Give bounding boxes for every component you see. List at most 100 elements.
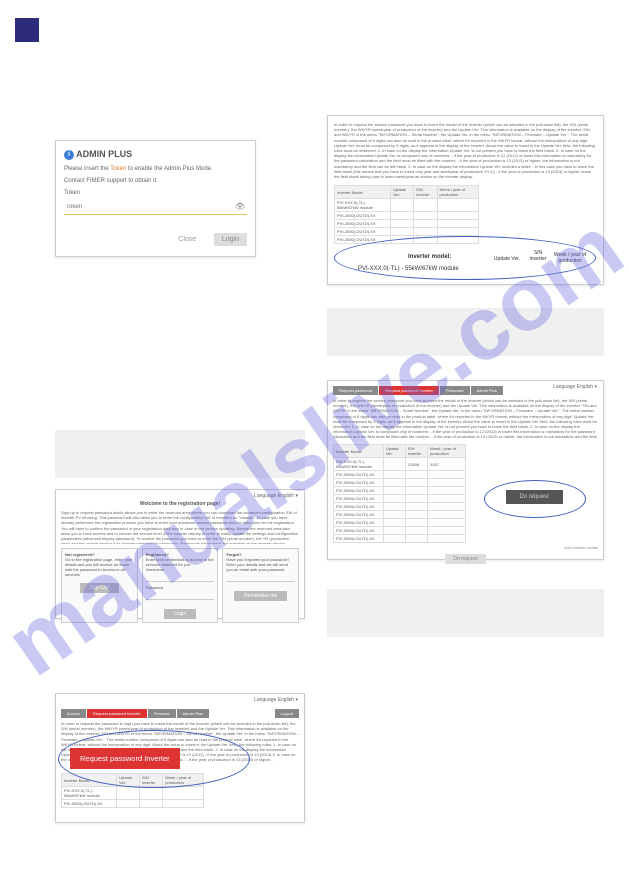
login-box: Registered? Enter your credentials to ac… xyxy=(142,548,219,623)
remember-button[interactable]: Remember me xyxy=(234,591,287,601)
do-request-button-big[interactable]: Do request xyxy=(506,490,563,504)
callout-model-label: Inverter model: xyxy=(408,254,451,260)
mr-row[interactable]: PVI-2000(-OUTD)-XX xyxy=(334,535,384,543)
mr-row[interactable]: PVI-2000(-OUTD)-XX xyxy=(334,503,384,511)
tab-password[interactable]: Password xyxy=(440,386,470,395)
th-update: Update Ver. xyxy=(391,186,414,199)
token-input-wrap: 👁 xyxy=(64,200,247,215)
password-input[interactable] xyxy=(146,593,215,600)
mr-intro: In order to request the service password… xyxy=(333,398,598,438)
admin-desc: Please insert the Token to enable the Ad… xyxy=(64,166,247,172)
bot-row[interactable]: PVI-2000(-OUTD)-XX xyxy=(62,800,117,808)
login-reg-button[interactable]: Login xyxy=(164,609,196,619)
th-wkyr: Week / year of production xyxy=(428,445,465,458)
tr-row[interactable]: PVI-XXX.0(-TL) - 55kW/67kW module xyxy=(335,199,391,212)
mr-row[interactable]: PVI-2000(-OUTD)-XX xyxy=(334,487,384,495)
do-request-label: Do request xyxy=(506,490,563,504)
username-input[interactable] xyxy=(146,575,215,582)
bot-lang-label: Language xyxy=(254,697,276,703)
admin-plus-modal: i ADMIN PLUS Please insert the Token to … xyxy=(55,140,256,257)
callout-example: PVI-XXX.0(-TL) - 55kW/67kW module xyxy=(358,266,459,272)
eye-icon[interactable]: 👁 xyxy=(235,202,245,211)
forgot-input[interactable] xyxy=(226,575,295,582)
mr-row[interactable]: PVI-2000(-OUTD)-XX xyxy=(334,519,384,527)
mr-lang-val[interactable]: English xyxy=(577,384,593,390)
mr-lang-label: Language xyxy=(553,384,575,390)
navy-logo-square xyxy=(15,18,39,42)
bottom-panel: Language English ▾ Access Request passwo… xyxy=(55,693,305,823)
login-button[interactable]: Login xyxy=(214,233,247,246)
request-password-panel: Language English ▾ Request password Requ… xyxy=(327,380,604,560)
bot-tab-personal[interactable]: Personal xyxy=(148,709,176,718)
tr-row[interactable]: PVI-2000(-OUTD)-XX xyxy=(335,220,391,228)
bot-lang-val[interactable]: English xyxy=(278,697,294,703)
token-input[interactable] xyxy=(64,203,233,211)
box3-text2: Enter your details and we will send you … xyxy=(226,562,295,572)
signup-button[interactable]: Sign Up! xyxy=(80,583,119,593)
reg-lang-val[interactable]: English xyxy=(278,493,294,499)
bot-row[interactable]: PVI-XXX.0(-TL) - 55kW/67kW module xyxy=(62,787,117,800)
reg-lang: Language English ▾ xyxy=(254,493,298,499)
tab-request-inverter[interactable]: Request password Inverter xyxy=(379,386,439,395)
callout-update: Update Ver. xyxy=(492,256,522,262)
mr-row[interactable]: PVI-2000(-OUTD)-XX xyxy=(334,511,384,519)
bot-tab-admin[interactable]: Admin Plus xyxy=(177,709,209,718)
admin-buttons: Close Login xyxy=(64,233,247,246)
mr-lang: Language English ▾ xyxy=(553,384,597,390)
box2-pass: Password xyxy=(146,585,215,590)
mr-row[interactable]: PVI-2000(-OUTD)-XX xyxy=(334,495,384,503)
tab-request[interactable]: Request password xyxy=(333,386,378,395)
gray-block-left xyxy=(55,430,305,478)
th-sn: S/N inverter xyxy=(414,186,437,199)
mr-row[interactable]: PVI-2000(-OUTD)-XX xyxy=(334,471,384,479)
box2-user: Username xyxy=(146,567,215,572)
box2-text: Enter your credentials to access to the … xyxy=(146,557,215,567)
do-request-small: Do request xyxy=(445,554,485,564)
mr-row[interactable]: PVI-XXX.0(-TL) - 55kW/67kW module xyxy=(334,458,384,471)
reg-intro: Sign-up to request password which allows… xyxy=(61,510,299,544)
box1-text: Go to the registration page, enter your … xyxy=(65,557,134,577)
bot-tab-logout[interactable]: Logout xyxy=(275,709,299,718)
bot-tab-access[interactable]: Access xyxy=(61,709,86,718)
th-update: Update Ver. xyxy=(383,445,405,458)
token-label: Token xyxy=(64,190,247,196)
mr-row[interactable]: PVI-2000(-OUTD)-XX xyxy=(334,479,384,487)
forgot-box: Forgot? Have you forgotten your password… xyxy=(222,548,299,623)
admin-title-text: ADMIN PLUS xyxy=(76,149,132,159)
mr-sn: 12456 xyxy=(405,458,427,471)
request-password-inverter-button[interactable]: Request password Inverter xyxy=(70,748,180,769)
reg-lang-label: Language xyxy=(254,493,276,499)
callout-wkyr: Week / year of production xyxy=(552,252,588,264)
tr-row[interactable]: PVI-2000(-OUTD)-XX xyxy=(335,228,391,236)
signup-box: Not registered? Go to the registration p… xyxy=(61,548,138,623)
th-model: Inverter Model xyxy=(335,186,391,199)
bot-tab-request[interactable]: Request password Inverter xyxy=(87,709,147,718)
model-select-panel: In order to request the service password… xyxy=(327,115,604,285)
gray-block-1 xyxy=(327,308,604,356)
th-sn: S/N inverter xyxy=(405,445,427,458)
tr-intro: In order to request the service password… xyxy=(334,122,597,179)
mr-wkyr: 3157 xyxy=(428,458,465,471)
admin-contact: Contact FIMER support to obtain it. xyxy=(64,178,247,184)
th-model: Inverter Model xyxy=(334,445,384,458)
gray-block-2 xyxy=(327,589,604,637)
reg-boxes: Not registered? Go to the registration p… xyxy=(61,548,299,623)
admin-desc-suffix: to enable the Admin Plus Mode. xyxy=(126,166,212,172)
callout-sn: S/N inverter xyxy=(526,250,550,262)
registration-panel: Language English ▾ Welcome to the regist… xyxy=(55,489,305,619)
reg-welcome: Welcome to the registration page! xyxy=(61,501,299,507)
th-wkyr: Week / year of production xyxy=(437,186,478,199)
admin-desc-token: Token xyxy=(110,166,126,172)
red-button-wrap: Request password Inverter xyxy=(70,748,180,769)
mr-row[interactable]: PVI-2000(-OUTD)-XX xyxy=(334,527,384,535)
add-model-link[interactable]: Add inverter model xyxy=(333,545,598,550)
bot-lang: Language English ▾ xyxy=(254,697,298,703)
admin-desc-prefix: Please insert the xyxy=(64,166,110,172)
close-button[interactable]: Close xyxy=(170,233,204,246)
do-request-bottom[interactable]: Do request xyxy=(333,554,598,564)
tab-adminplus[interactable]: Admin Plus xyxy=(471,386,503,395)
info-icon: i xyxy=(64,150,74,160)
bot-tabs: Access Request password Inverter Persona… xyxy=(61,709,299,718)
tr-row[interactable]: PVI-2000(-OUTD)-XX xyxy=(335,212,391,220)
admin-plus-title: i ADMIN PLUS xyxy=(64,149,247,160)
